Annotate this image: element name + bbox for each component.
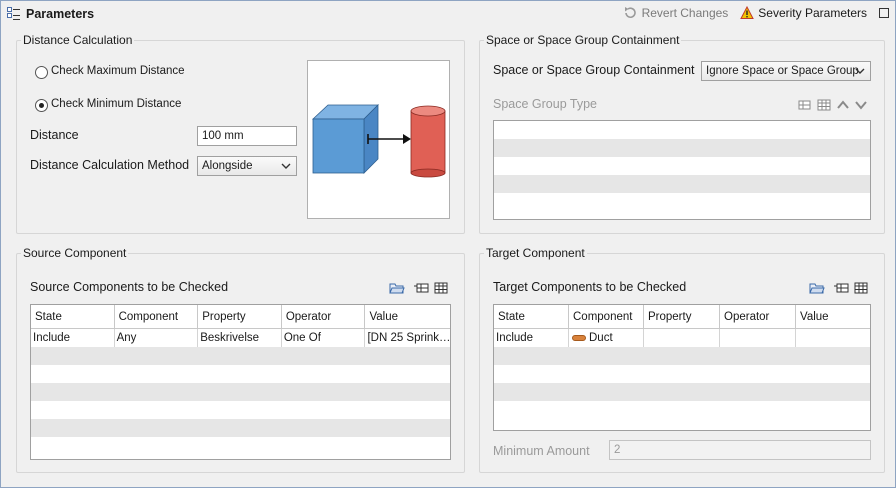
cell-component-text: Duct [589, 332, 613, 344]
table-row [31, 419, 450, 437]
distance-calculation-title: Distance Calculation [21, 33, 135, 47]
table-icon[interactable] [433, 281, 449, 295]
table-row [31, 401, 450, 419]
table-row [494, 401, 870, 419]
cell-state: Include [31, 329, 115, 347]
table-row [31, 383, 450, 401]
target-components-table[interactable]: State Component Property Operator Value … [493, 304, 871, 431]
source-component-title: Source Component [21, 246, 129, 260]
minimum-amount-label: Minimum Amount [493, 444, 590, 458]
table-row[interactable]: Include Duct [494, 329, 870, 347]
space-containment-label: Space or Space Group Containment [493, 63, 695, 77]
column-header-operator[interactable]: Operator [282, 305, 366, 329]
table-row [494, 139, 870, 157]
table-icon[interactable] [853, 281, 869, 295]
source-component-group: Source Component Source Components to be… [16, 246, 465, 473]
add-row-icon[interactable] [414, 281, 430, 295]
cell-component: Any [115, 329, 199, 347]
column-header-property[interactable]: Property [198, 305, 282, 329]
revert-icon [624, 7, 636, 19]
warning-icon [740, 6, 755, 19]
column-header-operator[interactable]: Operator [720, 305, 796, 329]
cell-component: Duct [569, 329, 644, 347]
table-row[interactable]: Include Any Beskrivelse One Of [DN 25 Sp… [31, 329, 450, 347]
panel-titlebar: Parameters Revert Changes Severity Param… [1, 1, 895, 27]
cell-property [644, 329, 720, 347]
target-component-title: Target Component [484, 246, 587, 260]
table-icon[interactable] [816, 98, 832, 112]
column-header-value[interactable]: Value [365, 305, 450, 329]
duct-icon [572, 335, 586, 341]
distance-method-select[interactable]: Alongside [197, 156, 297, 176]
space-containment-title: Space or Space Group Containment [484, 33, 682, 47]
column-header-component[interactable]: Component [115, 305, 199, 329]
add-row-icon[interactable] [796, 98, 812, 112]
table-row [494, 157, 870, 175]
chevron-down-icon [281, 163, 291, 169]
distance-preview-image [307, 60, 450, 219]
table-row [494, 347, 870, 365]
add-row-icon[interactable] [834, 281, 850, 295]
table-header: State Component Property Operator Value [494, 305, 870, 329]
parameters-panel: Parameters Revert Changes Severity Param… [0, 0, 896, 488]
table-row [494, 383, 870, 401]
table-row [494, 121, 870, 139]
move-down-icon[interactable] [853, 98, 869, 112]
parameters-icon [7, 7, 20, 20]
table-row [31, 347, 450, 365]
severity-parameters-button[interactable]: Severity Parameters [740, 6, 867, 20]
table-row [494, 193, 870, 211]
maximize-icon[interactable] [879, 8, 889, 18]
move-up-icon[interactable] [835, 98, 851, 112]
column-header-state[interactable]: State [494, 305, 569, 329]
table-header: State Component Property Operator Value [31, 305, 450, 329]
check-maximum-distance-radio[interactable] [35, 66, 48, 79]
minimum-amount-input[interactable]: 2 [609, 440, 871, 460]
distance-method-value: Alongside [202, 160, 253, 172]
column-header-component[interactable]: Component [569, 305, 644, 329]
cell-operator: One Of [282, 329, 366, 347]
table-row [494, 175, 870, 193]
table-row [494, 365, 870, 383]
open-folder-icon[interactable] [809, 281, 825, 295]
target-list-title: Target Components to be Checked [493, 280, 687, 294]
revert-changes-button[interactable]: Revert Changes [623, 6, 729, 20]
space-containment-value: Ignore Space or Space Group [706, 65, 859, 77]
revert-changes-label: Revert Changes [641, 6, 729, 20]
table-row [31, 365, 450, 383]
distance-input[interactable]: 100 mm [197, 126, 297, 146]
cell-state: Include [494, 329, 569, 347]
chevron-down-icon [855, 68, 865, 74]
open-folder-icon[interactable] [389, 281, 405, 295]
cell-value: [DN 25 Sprink… [367, 332, 451, 344]
distance-method-label: Distance Calculation Method [30, 158, 190, 172]
cell-property: Beskrivelse [198, 329, 282, 347]
space-containment-select[interactable]: Ignore Space or Space Group [701, 61, 871, 81]
severity-parameters-label: Severity Parameters [758, 6, 867, 20]
distance-label: Distance [30, 128, 79, 142]
column-header-property[interactable]: Property [644, 305, 720, 329]
check-minimum-distance-label[interactable]: Check Minimum Distance [51, 98, 181, 110]
check-maximum-distance-label[interactable]: Check Maximum Distance [51, 65, 185, 77]
table-row [31, 437, 450, 455]
cell-value [796, 329, 870, 347]
check-minimum-distance-radio[interactable] [35, 99, 48, 112]
space-containment-group: Space or Space Group Containment Space o… [479, 33, 885, 234]
column-header-value[interactable]: Value [796, 305, 870, 329]
cell-operator [720, 329, 796, 347]
panel-title: Parameters [26, 7, 95, 21]
distance-calculation-group: Distance Calculation Check Maximum Dista… [16, 33, 465, 234]
space-group-type-table[interactable] [493, 120, 871, 220]
cube-to-cylinder-illustration [311, 104, 446, 178]
source-components-table[interactable]: State Component Property Operator Value … [30, 304, 451, 460]
column-header-state[interactable]: State [31, 305, 115, 329]
space-group-type-label: Space Group Type [493, 97, 598, 111]
target-component-group: Target Component Target Components to be… [479, 246, 885, 473]
source-list-title: Source Components to be Checked [30, 280, 229, 294]
